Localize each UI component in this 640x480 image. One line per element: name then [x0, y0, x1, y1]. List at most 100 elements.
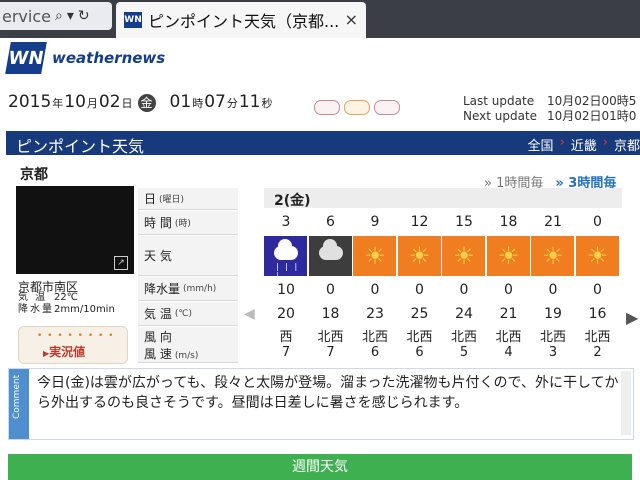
forecast-hour-cell: 15 — [455, 214, 473, 230]
cloud-icon — [308, 236, 353, 276]
forecast-wind-cell: 北西 5 — [442, 330, 486, 360]
prev-arrow-icon[interactable]: ◀ — [244, 306, 255, 326]
wind-speed: 3 — [548, 345, 558, 360]
status-pills — [314, 100, 400, 115]
refresh-icon[interactable]: ↻ — [78, 8, 90, 24]
year: 2015 — [8, 92, 52, 112]
weathernews-logo-icon: WN — [5, 42, 47, 74]
month: 10 — [64, 92, 86, 112]
comment-tag: Comment — [9, 369, 29, 439]
forecast-hour-cell: 21 — [544, 214, 562, 230]
forecast-hour-cell: 6 — [326, 214, 335, 230]
year-unit: 年 — [52, 97, 64, 110]
sun-icon: ☀ — [575, 236, 620, 276]
forecast-temp-cell: 19 — [544, 306, 562, 322]
forecast-hour-cell: 9 — [370, 214, 380, 230]
forecast-precip-cell: 0 — [326, 282, 335, 298]
forecast-temp-cell: 18 — [321, 306, 340, 322]
day: 02 — [98, 92, 121, 112]
thermometer-dots-icon: • • • • • • • • — [37, 331, 115, 341]
dropdown-icon[interactable]: ▾ — [67, 8, 74, 24]
status-pill — [374, 100, 400, 115]
forecast-wind-cell: 北西 6 — [353, 330, 397, 360]
forecast-hour-cell: 18 — [499, 214, 518, 230]
forecast-precip-cell: 0 — [548, 282, 558, 298]
forecast-day-header: 2(金) — [264, 188, 622, 209]
logo-text: weathernews — [52, 49, 166, 67]
breadcrumb-national[interactable]: 全国 — [528, 135, 554, 154]
update-info: Last update 10月02日00時5 Next update 10月02日0… — [463, 94, 636, 124]
rain-cloud-icon: | | | | — [264, 236, 308, 280]
breadcrumb-kyoto[interactable]: 京都 — [614, 135, 640, 154]
sun-icon: ☀ — [486, 236, 531, 276]
forecast-precip-cell: 0 — [370, 282, 380, 298]
next-arrow-icon[interactable]: ▶ — [626, 308, 640, 332]
forecast-weather-row: | | | | ☀ ☀ ☀ ☀ ☀ ☀ — [264, 236, 622, 280]
forecast-hour-cell: 3 — [281, 214, 291, 230]
breadcrumb: 全国 › 近畿 › 京都 — [528, 135, 640, 154]
comment-text: 今日(金)は雲が広がっても、段々と太陽が登場。溜まった洗濯物も片付くので、外に干… — [37, 375, 619, 411]
hour: 01 — [169, 92, 192, 112]
city-name: 京都 — [20, 167, 48, 183]
forecast-precip-cell: 0 — [593, 282, 602, 298]
observation-values: 気 温 22℃ 降水量2mm/10min — [18, 292, 115, 316]
live-observation-label: 実況値 — [43, 343, 85, 360]
wind-speed: 4 — [504, 345, 513, 360]
close-icon[interactable]: × — [345, 10, 358, 29]
forecast-hour-cell: 0 — [593, 214, 602, 230]
wind-direction: 北西 — [495, 330, 522, 345]
wind-direction: 北西 — [406, 330, 433, 345]
wind-speed: 6 — [370, 345, 380, 360]
forecast-temp-cell: 20 — [277, 306, 295, 322]
comment-scrollbar[interactable] — [621, 371, 631, 435]
forecast-precip-cell: 0 — [415, 282, 424, 298]
forecast-temp-cell: 25 — [410, 306, 429, 322]
wind-direction: 北西 — [361, 330, 388, 345]
last-update-value: 10月02日00時5 — [547, 94, 637, 108]
weathernews-favicon-icon: WN — [124, 12, 142, 28]
minute-unit: 分 — [226, 97, 238, 110]
expand-icon[interactable]: ↗ — [114, 256, 128, 270]
chevron-right-icon: › — [559, 135, 565, 150]
forecast-temp-cell: 24 — [455, 306, 473, 322]
forecast-comment: Comment 今日(金)は雲が広がっても、段々と太陽が登場。溜まった洗濯物も片… — [8, 368, 634, 440]
forecast-wind-cell: 北西 3 — [531, 330, 575, 360]
hour-unit: 時 — [192, 97, 204, 110]
minute: 07 — [204, 92, 226, 112]
address-text: ervice — [2, 6, 51, 26]
wind-speed: 7 — [281, 345, 291, 360]
chevron-right-icon: › — [602, 135, 608, 150]
sun-icon: ☀ — [442, 236, 486, 276]
forecast-hours-row: 3 6 9 12 15 18 21 0 — [264, 210, 622, 236]
sun-icon: ☀ — [397, 236, 442, 276]
wind-direction: 北西 — [539, 330, 566, 345]
live-camera-thumbnail[interactable]: ↗ — [16, 186, 134, 274]
breadcrumb-kinki[interactable]: 近畿 — [571, 135, 597, 154]
last-update-label: Last update — [463, 94, 535, 108]
status-pill — [344, 100, 370, 115]
forecast-wind-cell: 北西 4 — [487, 330, 531, 360]
live-observation-button[interactable]: • • • • • • • • 実況値 — [18, 326, 128, 364]
obs-rain-value: 2mm/10min — [54, 304, 115, 315]
search-icon[interactable]: ⌕ — [55, 8, 63, 24]
forecast-temp-cell: 21 — [499, 306, 518, 322]
status-pill — [314, 100, 340, 115]
section-title: ピンポイント天気 — [16, 137, 145, 156]
row-label-precip: 降水量 (mm/h) — [138, 277, 238, 301]
weekday-badge: 金 — [137, 93, 156, 112]
forecast-precip-cell: 10 — [277, 282, 295, 298]
row-label-weather: 天 気 — [138, 236, 238, 276]
weekly-forecast-button[interactable]: 週間天気 — [8, 454, 632, 480]
browser-toolbar: ervice ⌕ ▾ ↻ WN ピンポイント天気（京都... × — [0, 0, 640, 38]
obs-temp-label: 気 温 — [18, 292, 48, 303]
current-datetime: 2015 年 10 月 02 日 金 01 時 07 分 11 秒 — [8, 92, 273, 112]
browser-tab[interactable]: WN ピンポイント天気（京都... × — [116, 2, 366, 38]
site-logo[interactable]: WN weathernews — [5, 42, 166, 74]
forecast-temp-cell: 16 — [588, 306, 607, 322]
section-header: ピンポイント天気 全国 › 近畿 › 京都 — [6, 131, 640, 156]
wind-speed: 6 — [415, 345, 424, 360]
second: 11 — [238, 92, 261, 112]
address-bar[interactable]: ervice ⌕ ▾ ↻ — [0, 2, 112, 30]
forecast-wind-cell: 北西 6 — [398, 330, 442, 360]
row-label-time: 時 間 (時) — [138, 211, 238, 235]
